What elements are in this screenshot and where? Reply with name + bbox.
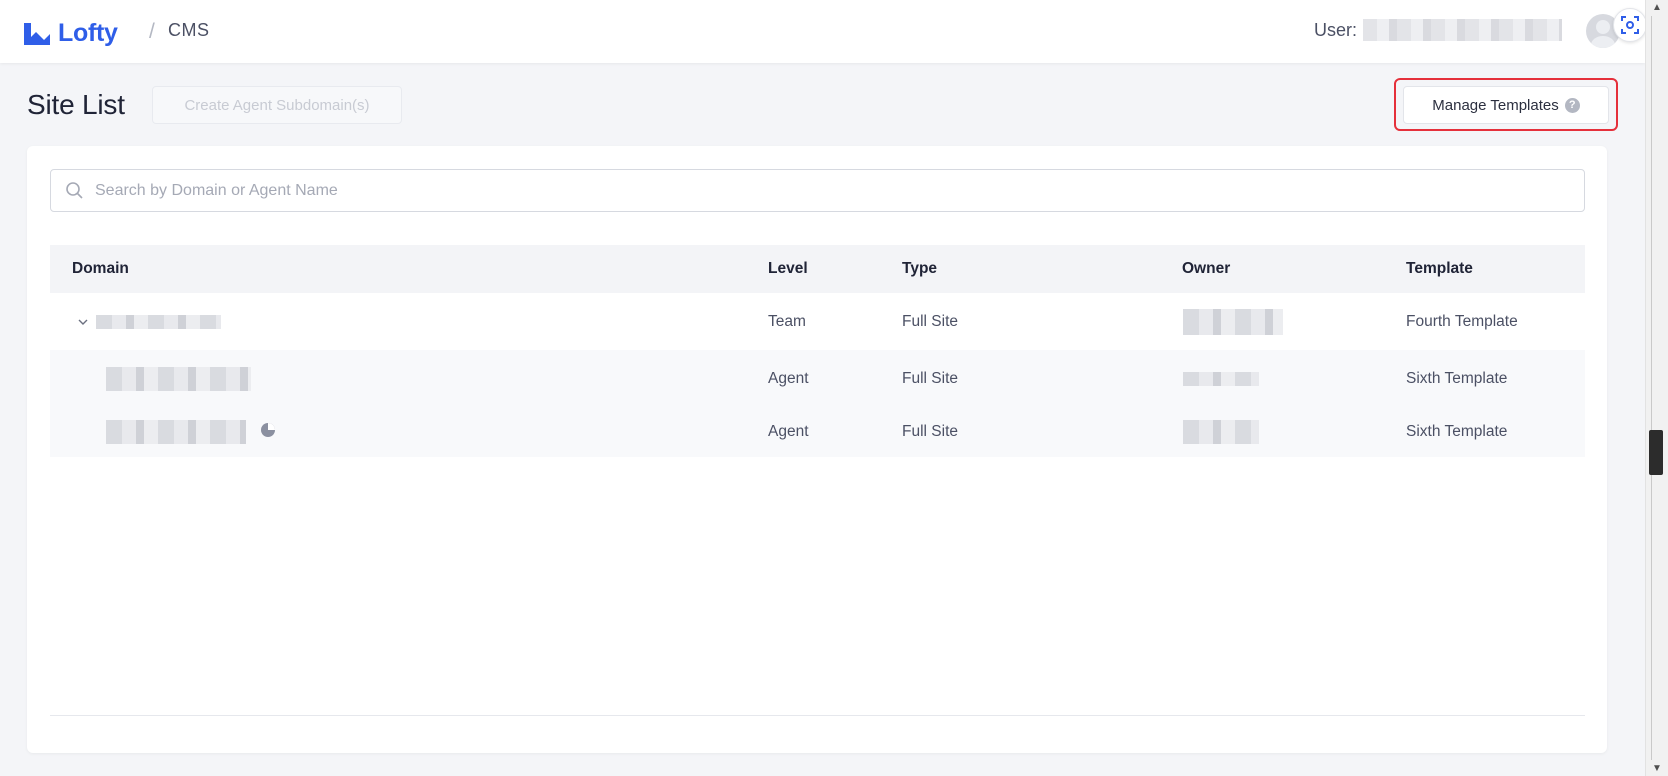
table-row[interactable]: Team Full Site Fourth Template: [50, 293, 1585, 350]
capture-icon: [1621, 16, 1639, 34]
domain-redacted[interactable]: [96, 314, 221, 329]
cell-type: Full Site: [902, 423, 958, 440]
manage-templates-label: Manage Templates: [1432, 96, 1559, 114]
header-level[interactable]: Level: [768, 260, 808, 278]
cell-template: Sixth Template: [1406, 369, 1508, 387]
page-scrollbar[interactable]: ▲ ▼: [1645, 0, 1668, 776]
search-input[interactable]: [95, 170, 1575, 211]
breadcrumb-cms[interactable]: CMS: [168, 20, 210, 41]
scroll-up-arrow-icon[interactable]: ▲: [1652, 2, 1662, 13]
user-name-redacted: [1363, 19, 1562, 41]
table-row[interactable]: Agent Full Site Sixth Template: [50, 407, 1585, 457]
header-template[interactable]: Template: [1406, 260, 1473, 278]
logo[interactable]: Lofty: [22, 19, 118, 48]
breadcrumb-separator: /: [149, 20, 155, 43]
cell-type: Full Site: [902, 369, 958, 387]
lofty-logo-icon: [24, 22, 50, 45]
cell-template: Sixth Template: [1406, 423, 1508, 440]
page-title: Site List: [27, 89, 125, 120]
header-type[interactable]: Type: [902, 260, 937, 278]
owner-redacted: [1183, 371, 1259, 386]
owner-redacted: [1183, 308, 1283, 335]
search-icon: [66, 182, 83, 199]
scroll-track: [1651, 16, 1652, 760]
cell-type: Full Site: [902, 312, 958, 330]
scroll-thumb[interactable]: [1649, 430, 1663, 475]
site-list-card: Domain Level Type Owner Template Team Fu…: [27, 146, 1607, 753]
chevron-down-icon[interactable]: [76, 315, 90, 329]
table-row[interactable]: Agent Full Site Sixth Template: [50, 350, 1585, 407]
scroll-down-arrow-icon[interactable]: ▼: [1652, 763, 1662, 774]
cell-level: Team: [768, 312, 806, 330]
user-label: User:: [1314, 20, 1358, 40]
cell-template: Fourth Template: [1406, 312, 1518, 330]
screenshot-capture-button[interactable]: [1613, 8, 1647, 42]
table-footer-divider: [50, 715, 1585, 716]
header-domain[interactable]: Domain: [72, 260, 129, 278]
cell-level: Agent: [768, 369, 809, 387]
search-box[interactable]: [50, 169, 1585, 212]
logo-text: Lofty: [58, 19, 118, 47]
domain-redacted[interactable]: [106, 366, 251, 391]
create-agent-subdomain-button[interactable]: Create Agent Subdomain(s): [152, 86, 402, 124]
manage-templates-button[interactable]: Manage Templates ?: [1403, 86, 1609, 124]
domain-redacted[interactable]: [106, 420, 246, 444]
header-owner[interactable]: Owner: [1182, 260, 1230, 278]
help-icon[interactable]: ?: [1564, 97, 1580, 113]
top-bar: Lofty / CMS User:: [0, 0, 1647, 63]
cell-level: Agent: [768, 423, 809, 440]
site-table: Domain Level Type Owner Template Team Fu…: [50, 245, 1585, 457]
owner-redacted: [1183, 420, 1259, 444]
table-header: Domain Level Type Owner Template: [50, 245, 1585, 293]
half-circle-icon: [261, 423, 275, 437]
